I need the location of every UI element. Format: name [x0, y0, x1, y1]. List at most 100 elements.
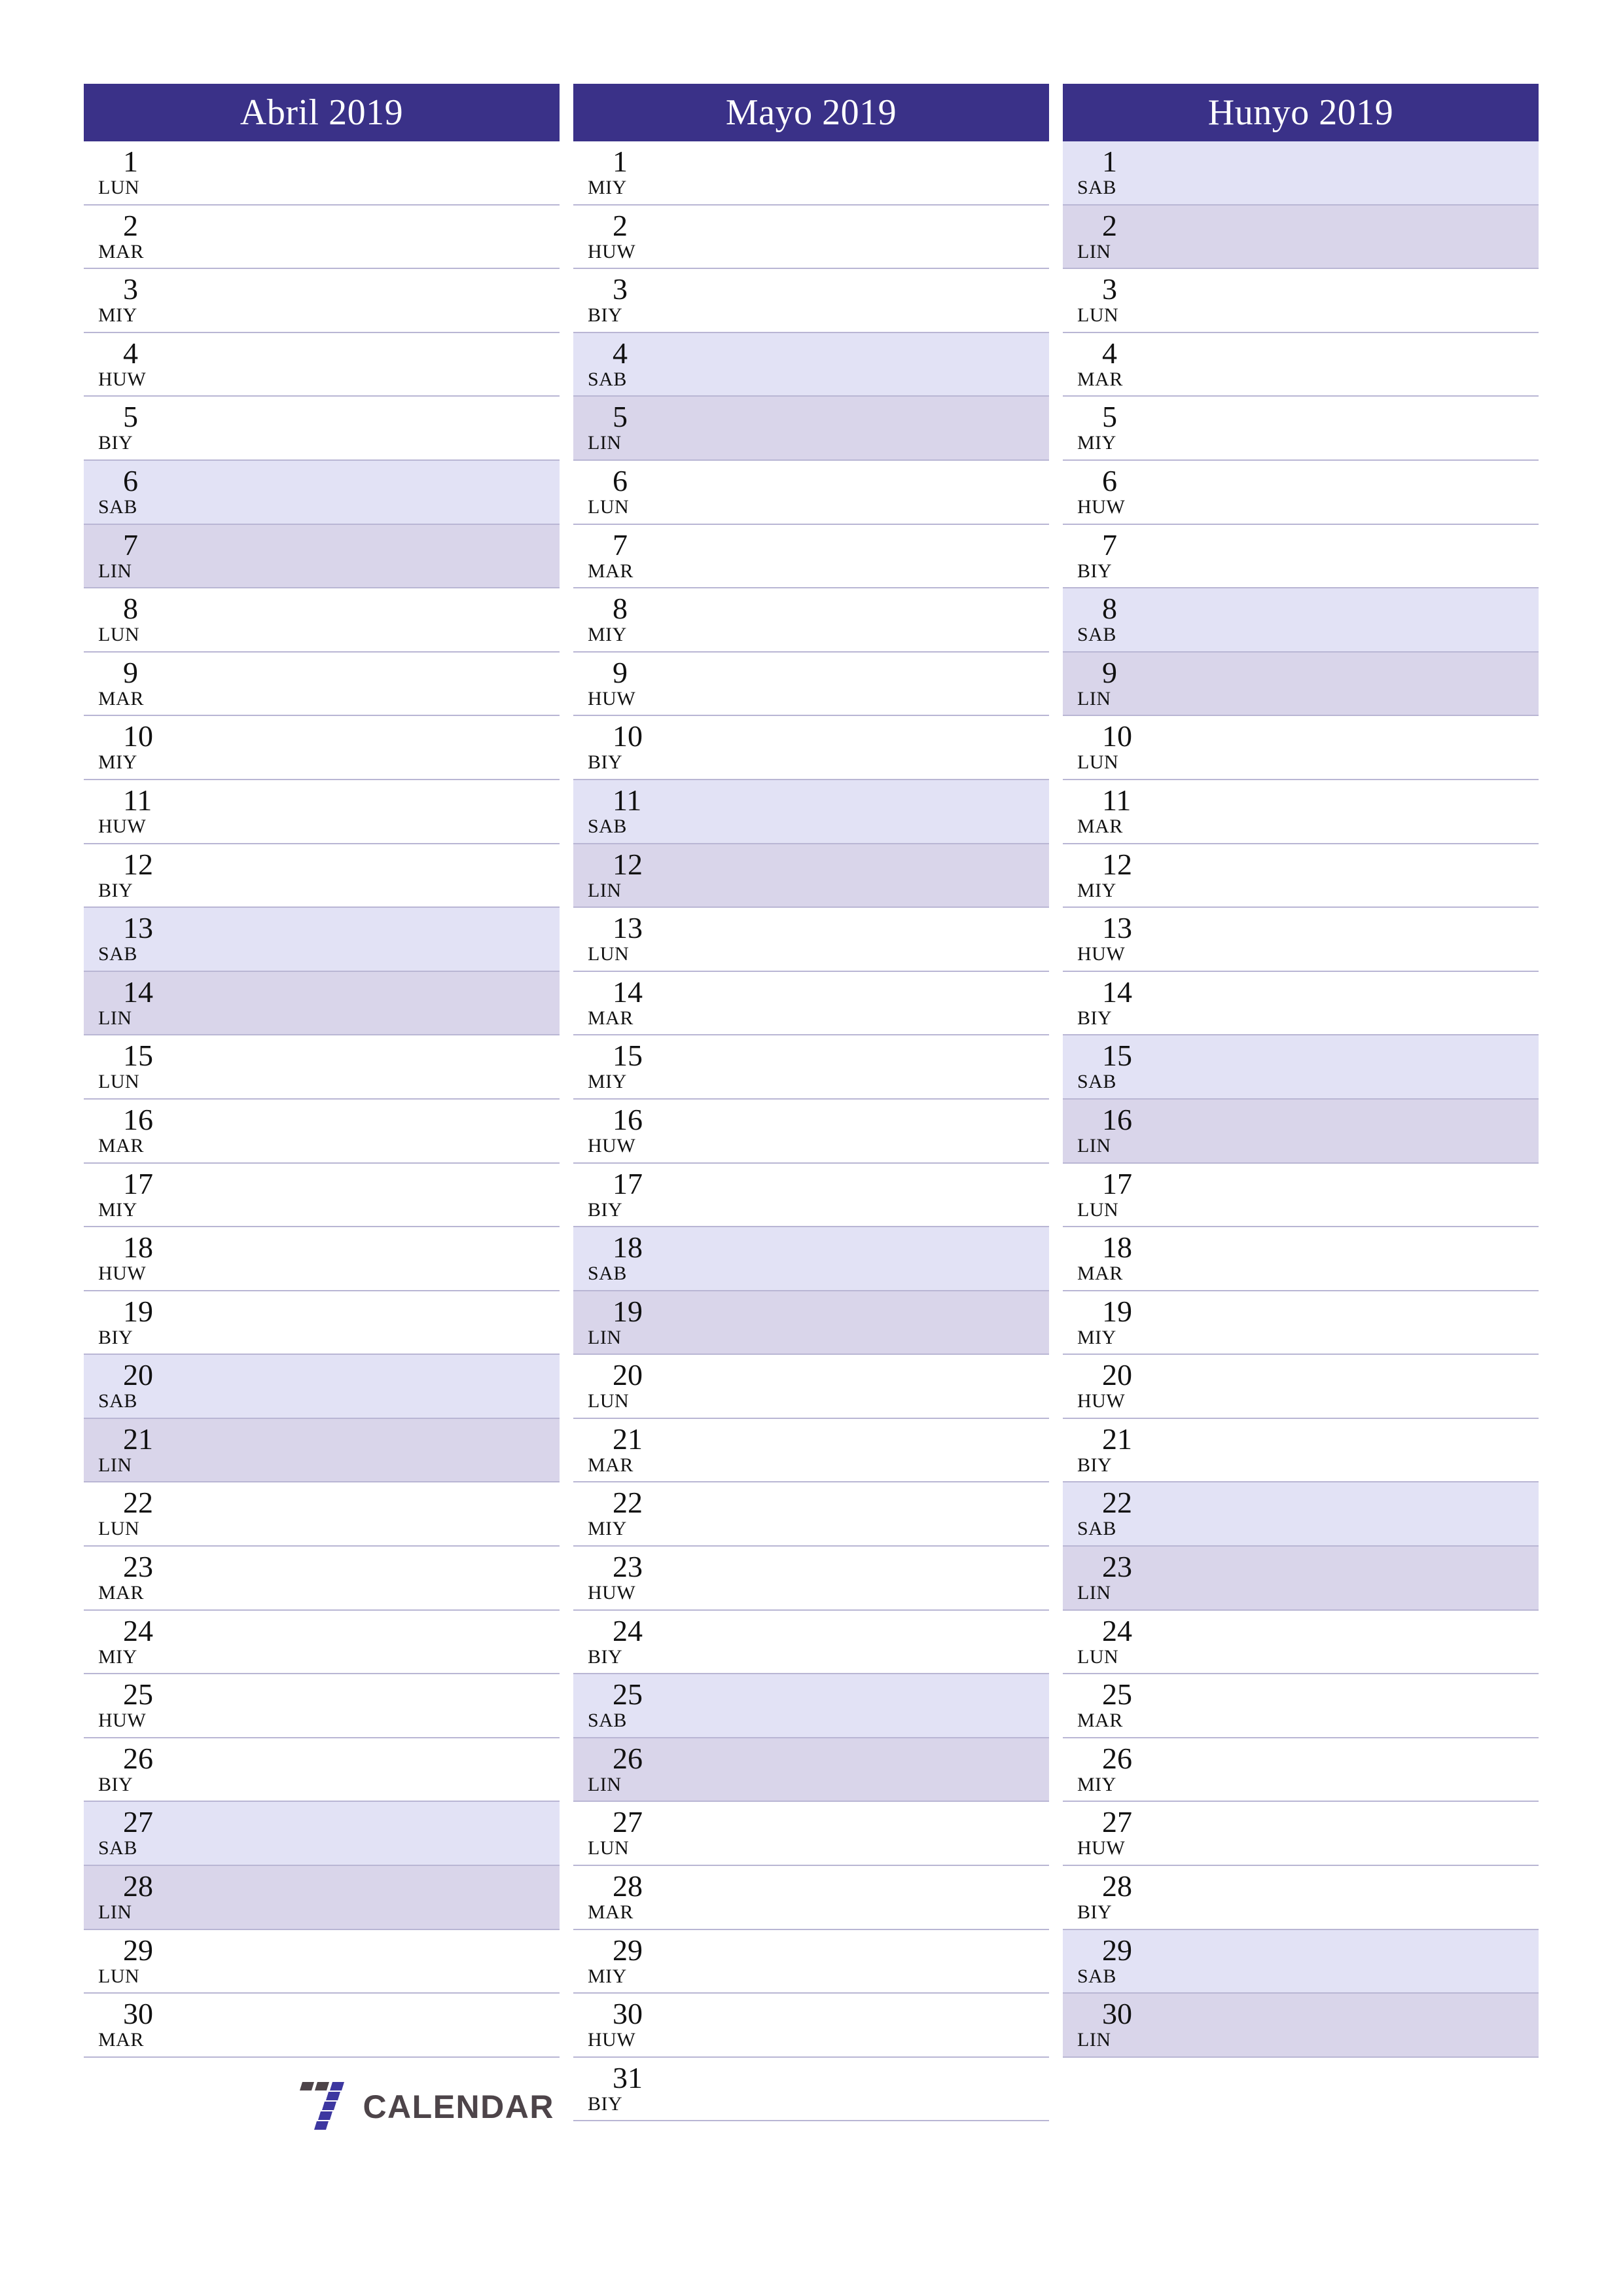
day-row[interactable]: 8 MIY	[573, 588, 1049, 653]
day-row[interactable]: 21 MAR	[573, 1418, 1049, 1483]
day-row[interactable]: 14 LIN	[84, 971, 560, 1036]
day-row[interactable]: 1 MIY	[573, 141, 1049, 206]
day-row[interactable]: 22 MIY	[573, 1482, 1049, 1547]
day-row[interactable]: 17 BIY	[573, 1163, 1049, 1228]
day-row[interactable]: 5 LIN	[573, 397, 1049, 461]
day-row[interactable]: 2 HUW	[573, 205, 1049, 270]
day-row[interactable]: 29 SAB	[1063, 1929, 1539, 1994]
day-number: 6	[1102, 463, 1117, 497]
day-row[interactable]: 13 SAB	[84, 908, 560, 972]
day-row[interactable]: 4 HUW	[84, 332, 560, 397]
day-row[interactable]: 3 MIY	[84, 269, 560, 333]
day-row[interactable]: 14 MAR	[573, 971, 1049, 1036]
day-row[interactable]: 25 SAB	[573, 1674, 1049, 1738]
day-row[interactable]: 15 LUN	[84, 1035, 560, 1100]
day-row[interactable]: 8 SAB	[1063, 588, 1539, 653]
day-row[interactable]: 5 MIY	[1063, 397, 1539, 461]
day-row[interactable]: 6 HUW	[1063, 460, 1539, 525]
day-row[interactable]: 30 LIN	[1063, 1994, 1539, 2058]
day-weekday-label: MIY	[1077, 432, 1116, 454]
day-row[interactable]: 18 SAB	[573, 1227, 1049, 1291]
day-row[interactable]: 28 LIN	[84, 1866, 560, 1930]
day-row[interactable]: 27 HUW	[1063, 1802, 1539, 1867]
day-row[interactable]: 26 BIY	[84, 1738, 560, 1803]
day-row[interactable]: 5 BIY	[84, 397, 560, 461]
day-weekday-label: LIN	[1077, 2029, 1111, 2051]
day-row[interactable]: 24 MIY	[84, 1610, 560, 1675]
day-row[interactable]: 25 HUW	[84, 1674, 560, 1738]
day-row[interactable]: 1 SAB	[1063, 141, 1539, 206]
day-row[interactable]: 30 HUW	[573, 1994, 1049, 2058]
day-row[interactable]: 27 SAB	[84, 1802, 560, 1867]
day-row[interactable]: 20 LUN	[573, 1355, 1049, 1419]
day-row[interactable]: 17 LUN	[1063, 1163, 1539, 1228]
day-row[interactable]: 16 MAR	[84, 1099, 560, 1164]
day-row[interactable]: 13 LUN	[573, 908, 1049, 972]
day-row[interactable]: 10 MIY	[84, 716, 560, 780]
day-row[interactable]: 26 MIY	[1063, 1738, 1539, 1803]
day-row[interactable]: 7 MAR	[573, 524, 1049, 589]
day-row[interactable]: 19 BIY	[84, 1291, 560, 1355]
day-row[interactable]: 9 MAR	[84, 652, 560, 717]
day-row[interactable]: 12 MIY	[1063, 844, 1539, 908]
day-row[interactable]: 20 HUW	[1063, 1355, 1539, 1419]
day-row[interactable]: 10 LUN	[1063, 716, 1539, 780]
day-number: 1	[613, 145, 628, 178]
day-row[interactable]: 29 MIY	[573, 1929, 1049, 1994]
day-row[interactable]: 13 HUW	[1063, 908, 1539, 972]
day-weekday-label: BIY	[588, 1645, 623, 1668]
day-row[interactable]: 11 SAB	[573, 780, 1049, 844]
day-weekday-label: LUN	[98, 624, 140, 646]
day-row[interactable]: 22 SAB	[1063, 1482, 1539, 1547]
day-row[interactable]: 16 LIN	[1063, 1099, 1539, 1164]
day-row[interactable]: 3 LUN	[1063, 269, 1539, 333]
day-row[interactable]: 1 LUN	[84, 141, 560, 206]
day-row[interactable]: 24 LUN	[1063, 1610, 1539, 1675]
day-row[interactable]: 28 BIY	[1063, 1866, 1539, 1930]
day-row[interactable]: 8 LUN	[84, 588, 560, 653]
day-row[interactable]: 14 BIY	[1063, 971, 1539, 1036]
day-row[interactable]: 3 BIY	[573, 269, 1049, 333]
day-weekday-label: BIY	[1077, 560, 1113, 582]
day-row[interactable]: 22 LUN	[84, 1482, 560, 1547]
day-row[interactable]: 2 LIN	[1063, 205, 1539, 270]
day-row[interactable]: 23 LIN	[1063, 1547, 1539, 1611]
day-row[interactable]: 25 MAR	[1063, 1674, 1539, 1738]
day-row[interactable]: 26 LIN	[573, 1738, 1049, 1803]
day-row[interactable]: 17 MIY	[84, 1163, 560, 1228]
day-row[interactable]: 21 LIN	[84, 1418, 560, 1483]
day-number: 7	[613, 528, 628, 562]
day-row[interactable]: 11 MAR	[1063, 780, 1539, 844]
day-row[interactable]: 7 LIN	[84, 524, 560, 589]
day-row[interactable]: 15 SAB	[1063, 1035, 1539, 1100]
day-row[interactable]: 16 HUW	[573, 1099, 1049, 1164]
day-row[interactable]: 2 MAR	[84, 205, 560, 270]
day-row[interactable]: 19 MIY	[1063, 1291, 1539, 1355]
day-row[interactable]: 28 MAR	[573, 1866, 1049, 1930]
day-row[interactable]: 9 HUW	[573, 652, 1049, 717]
day-row[interactable]: 27 LUN	[573, 1802, 1049, 1867]
day-row[interactable]: 19 LIN	[573, 1291, 1049, 1355]
day-row[interactable]: 11 HUW	[84, 780, 560, 844]
day-row[interactable]: 21 BIY	[1063, 1418, 1539, 1483]
day-row[interactable]: 23 MAR	[84, 1547, 560, 1611]
day-row[interactable]: 9 LIN	[1063, 652, 1539, 717]
day-row[interactable]: 23 HUW	[573, 1547, 1049, 1611]
day-row[interactable]: 6 LUN	[573, 460, 1049, 525]
day-row[interactable]: 12 LIN	[573, 844, 1049, 908]
day-row[interactable]: 12 BIY	[84, 844, 560, 908]
day-row[interactable]: 18 MAR	[1063, 1227, 1539, 1291]
day-row[interactable]: 24 BIY	[573, 1610, 1049, 1675]
day-row[interactable]: 6 SAB	[84, 460, 560, 525]
day-row[interactable]: 4 SAB	[573, 332, 1049, 397]
day-row[interactable]: 7 BIY	[1063, 524, 1539, 589]
day-row[interactable]: 18 HUW	[84, 1227, 560, 1291]
day-row[interactable]: 20 SAB	[84, 1355, 560, 1419]
day-row[interactable]: 30 MAR	[84, 1994, 560, 2058]
day-row[interactable]: 29 LUN	[84, 1929, 560, 1994]
month-title: Mayo 2019	[573, 84, 1049, 141]
day-row[interactable]: 10 BIY	[573, 716, 1049, 780]
day-row[interactable]: 15 MIY	[573, 1035, 1049, 1100]
day-row[interactable]: 31 BIY	[573, 2057, 1049, 2122]
day-row[interactable]: 4 MAR	[1063, 332, 1539, 397]
